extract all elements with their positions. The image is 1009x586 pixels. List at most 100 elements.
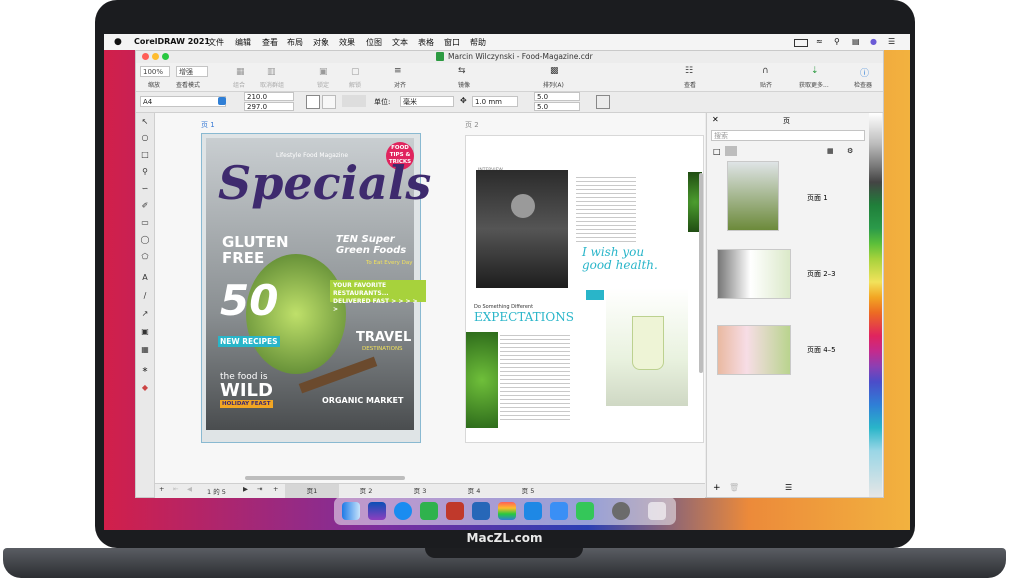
page-thumb-3[interactable] bbox=[717, 325, 791, 375]
docker-search-input[interactable]: 搜索 bbox=[711, 130, 865, 141]
menu-view[interactable]: 查看 bbox=[262, 37, 278, 48]
page-size-select[interactable]: A4 bbox=[140, 96, 226, 107]
page-tab-4[interactable]: 页 4 bbox=[447, 484, 501, 498]
add-page-after-button[interactable]: + bbox=[273, 485, 278, 493]
page-tab-3[interactable]: 页 3 bbox=[393, 484, 447, 498]
page-width-field[interactable]: 210.0 bbox=[244, 92, 294, 101]
first-page-icon[interactable]: ⇤ bbox=[173, 485, 178, 493]
menu-layout[interactable]: 布局 bbox=[287, 37, 303, 48]
shape-tool-icon[interactable]: ○ bbox=[140, 133, 150, 143]
artistic-media-icon[interactable]: ✐ bbox=[140, 201, 150, 211]
page-height-field[interactable]: 297.0 bbox=[244, 102, 294, 111]
freehand-tool-icon[interactable]: ∽ bbox=[140, 184, 150, 194]
vertical-scrollbar[interactable] bbox=[699, 173, 703, 373]
menu-effects[interactable]: 效果 bbox=[339, 37, 355, 48]
page-tab-5[interactable]: 页 5 bbox=[501, 484, 555, 498]
menu-object[interactable]: 对象 bbox=[313, 37, 329, 48]
add-page-before-button[interactable]: + bbox=[159, 485, 164, 493]
duplicate-y-field[interactable]: 5.0 bbox=[534, 102, 580, 111]
crop-tool-icon[interactable]: □ bbox=[140, 150, 150, 160]
polygon-tool-icon[interactable]: ⬠ bbox=[140, 252, 150, 262]
interactive-fill-icon[interactable]: ◆ bbox=[140, 383, 150, 393]
inspectors-button[interactable]: 检查器 bbox=[854, 80, 872, 89]
eyedropper-icon[interactable]: ∗ bbox=[140, 365, 150, 375]
siri-dock-icon[interactable] bbox=[368, 502, 386, 520]
pick-tool-icon[interactable]: ↖ bbox=[140, 117, 150, 127]
siri-icon[interactable]: ● bbox=[870, 37, 877, 46]
list-view-icon[interactable]: ☰ bbox=[785, 483, 792, 492]
close-icon[interactable]: ✕ bbox=[712, 115, 719, 124]
launchpad-icon[interactable] bbox=[498, 502, 516, 520]
units-select[interactable]: 毫米 bbox=[400, 96, 454, 107]
parallel-dimension-icon[interactable]: ∕ bbox=[140, 291, 150, 301]
zoom-window-button[interactable] bbox=[162, 53, 169, 60]
magazine-spread[interactable]: INTERVIEW I wish you good health. Do Som… bbox=[465, 135, 704, 443]
grid-view-icon[interactable]: ▦ bbox=[827, 147, 834, 155]
corel-font-icon[interactable] bbox=[472, 502, 490, 520]
page-view-toggle[interactable] bbox=[725, 146, 737, 156]
group-button[interactable]: 组合 bbox=[233, 80, 245, 89]
magazine-cover[interactable]: Lifestyle Food Magazine FOOD TIPS & TRIC… bbox=[201, 133, 431, 443]
arrange-button[interactable]: 排列(A) bbox=[543, 80, 564, 89]
duplicate-x-field[interactable]: 5.0 bbox=[534, 92, 580, 101]
messages-icon[interactable] bbox=[576, 502, 594, 520]
transparency-tool-icon[interactable]: ▦ bbox=[140, 345, 150, 355]
menu-text[interactable]: 文本 bbox=[392, 37, 408, 48]
battery-icon[interactable] bbox=[794, 39, 808, 47]
menu-file[interactable]: 文件 bbox=[208, 37, 224, 48]
gear-icon[interactable]: ⚙ bbox=[847, 147, 853, 155]
horizontal-scrollbar[interactable] bbox=[245, 476, 405, 480]
delete-page-icon[interactable]: 🗑 bbox=[729, 483, 739, 492]
view-button[interactable]: 查看 bbox=[684, 80, 696, 89]
zoom-tool-icon[interactable]: ⚲ bbox=[140, 167, 150, 177]
nudge-field[interactable]: 1.0 mm bbox=[472, 96, 518, 107]
app-store-icon[interactable] bbox=[524, 502, 542, 520]
prev-page-icon[interactable]: ◀ bbox=[187, 485, 192, 493]
menu-table[interactable]: 表格 bbox=[418, 37, 434, 48]
get-more-button[interactable]: 获取更多... bbox=[799, 80, 829, 89]
page-thumb-2[interactable] bbox=[717, 249, 791, 299]
search-spotlight-icon[interactable]: ⚲ bbox=[834, 37, 840, 46]
app-name-menu[interactable]: CorelDRAW 2021 bbox=[134, 37, 210, 46]
connector-tool-icon[interactable]: ↗ bbox=[140, 309, 150, 319]
control-center-icon[interactable]: ▤ bbox=[852, 37, 860, 46]
ungroup-button[interactable]: 取消群组 bbox=[260, 80, 284, 89]
last-page-icon[interactable]: ⇥ bbox=[257, 485, 262, 493]
align-button[interactable]: 对齐 bbox=[394, 80, 406, 89]
trash-icon[interactable] bbox=[648, 502, 666, 520]
treat-as-filled-button[interactable] bbox=[596, 95, 610, 109]
unlock-button[interactable]: 解锁 bbox=[349, 80, 361, 89]
corel-photo-icon[interactable] bbox=[446, 502, 464, 520]
new-page-icon[interactable]: □ bbox=[713, 147, 721, 156]
mirror-button[interactable]: 镜像 bbox=[458, 80, 470, 89]
zoom-select[interactable]: 100% bbox=[140, 66, 170, 77]
apple-icon[interactable]: ● bbox=[114, 37, 122, 47]
notification-icon[interactable]: ☰ bbox=[888, 37, 895, 46]
page-tab-2[interactable]: 页 2 bbox=[339, 484, 393, 498]
close-window-button[interactable] bbox=[142, 53, 149, 60]
finder-icon[interactable] bbox=[342, 502, 360, 520]
coreldraw-icon[interactable] bbox=[420, 502, 438, 520]
minimize-window-button[interactable] bbox=[152, 53, 159, 60]
page-option-button[interactable] bbox=[342, 95, 366, 107]
page-thumb-1[interactable] bbox=[727, 161, 779, 231]
system-preferences-icon[interactable] bbox=[612, 502, 630, 520]
menu-bitmap[interactable]: 位图 bbox=[366, 37, 382, 48]
drawing-canvas[interactable]: 页 1 页 2 Lifestyle Food Magazine FOOD TIP… bbox=[155, 113, 705, 483]
landscape-button[interactable] bbox=[322, 95, 336, 109]
view-mode-select[interactable]: 增强 bbox=[176, 66, 208, 77]
portrait-button[interactable] bbox=[306, 95, 320, 109]
lock-button[interactable]: 锁定 bbox=[317, 80, 329, 89]
menu-help[interactable]: 帮助 bbox=[470, 37, 486, 48]
mail-icon[interactable] bbox=[550, 502, 568, 520]
menu-edit[interactable]: 编辑 bbox=[235, 37, 251, 48]
page-tab-1[interactable]: 页1 bbox=[285, 484, 339, 498]
wifi-icon[interactable]: ≈ bbox=[816, 37, 823, 46]
next-page-icon[interactable]: ▶ bbox=[243, 485, 248, 493]
shadow-tool-icon[interactable]: ▣ bbox=[140, 327, 150, 337]
color-palette[interactable] bbox=[869, 113, 882, 497]
add-page-icon[interactable]: + bbox=[713, 483, 721, 493]
ellipse-tool-icon[interactable]: ◯ bbox=[140, 235, 150, 245]
text-tool-icon[interactable]: A bbox=[140, 273, 150, 283]
snap-button[interactable]: 贴齐 bbox=[760, 80, 772, 89]
